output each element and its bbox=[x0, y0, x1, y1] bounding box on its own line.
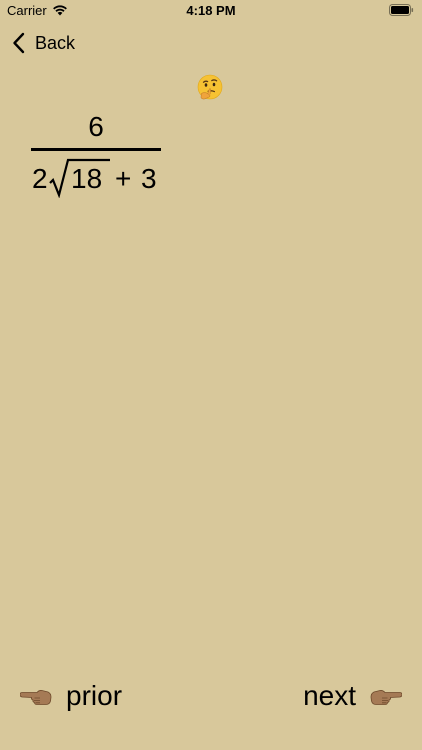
fraction-bar bbox=[31, 148, 161, 151]
fraction-denominator: 2 18 + 3 bbox=[31, 156, 161, 198]
pointing-left-hand-icon bbox=[20, 690, 52, 705]
next-button[interactable]: next bbox=[303, 676, 402, 716]
denominator-constant: 3 bbox=[141, 163, 157, 194]
fraction-expression: 6 2 18 + 3 bbox=[31, 108, 161, 200]
status-bar: Carrier 4:18 PM bbox=[0, 0, 422, 22]
denominator-radicand: 18 bbox=[71, 163, 103, 194]
prior-label: prior bbox=[66, 680, 123, 711]
denominator-coefficient: 2 bbox=[32, 163, 48, 194]
battery-icon bbox=[389, 4, 414, 16]
next-label: next bbox=[303, 680, 356, 711]
back-button[interactable]: Back bbox=[12, 30, 75, 56]
prior-button[interactable]: prior bbox=[20, 676, 122, 716]
denominator-operator: + bbox=[115, 163, 132, 194]
pointing-right-hand-icon bbox=[370, 690, 402, 705]
fraction-numerator: 6 bbox=[88, 111, 104, 142]
status-time: 4:18 PM bbox=[186, 3, 236, 18]
chevron-left-icon bbox=[13, 32, 25, 54]
thinking-face-icon[interactable] bbox=[196, 74, 224, 102]
back-label: Back bbox=[35, 33, 76, 53]
